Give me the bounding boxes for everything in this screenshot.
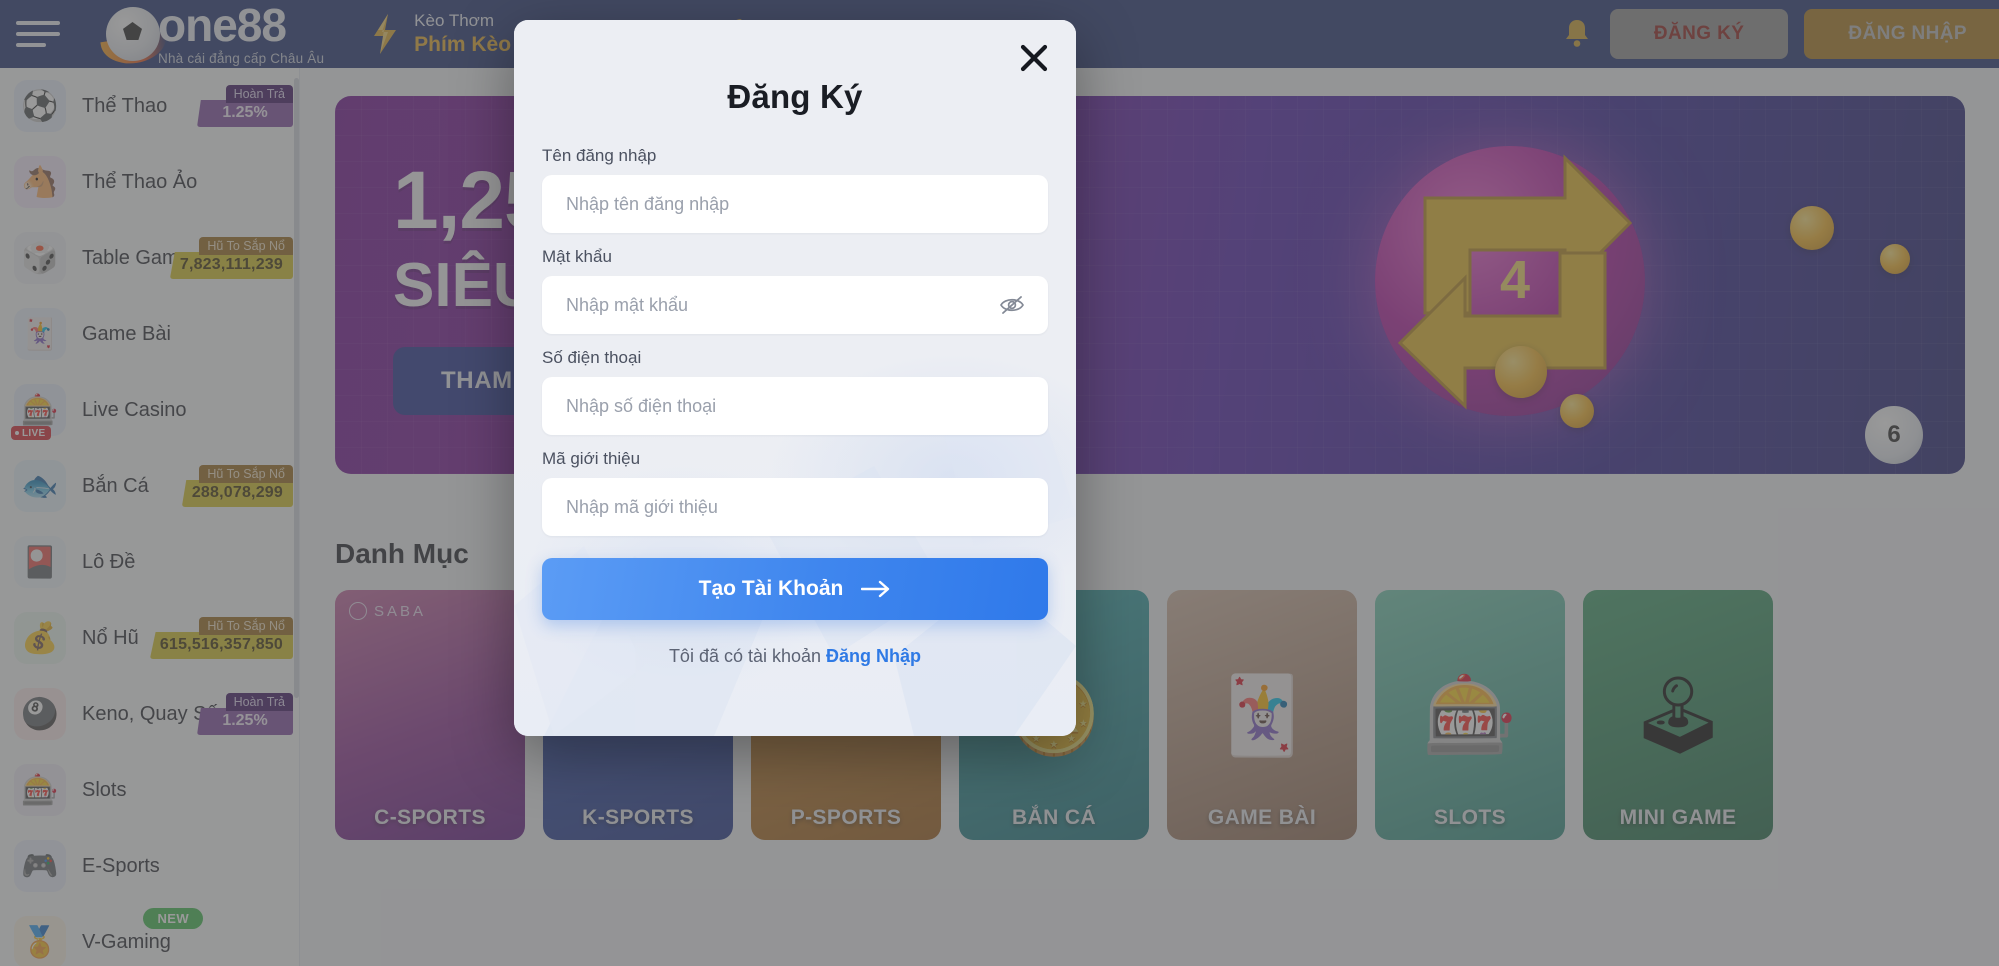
username-input-box[interactable] bbox=[542, 175, 1048, 233]
modal-footer: Tôi đã có tài khoản Đăng Nhập bbox=[514, 646, 1076, 667]
arrow-right-icon bbox=[861, 580, 891, 598]
username-label: Tên đăng nhập bbox=[542, 146, 657, 165]
phone-input-box[interactable] bbox=[542, 377, 1048, 435]
phone-label: Số điện thoại bbox=[542, 348, 642, 367]
register-form: Tên đăng nhập Mật khẩu Số điện thoại Mã giớ… bbox=[514, 146, 1076, 536]
password-label: Mật khẩu bbox=[542, 247, 612, 266]
password-input-box[interactable] bbox=[542, 276, 1048, 334]
modal-title: Đăng Ký bbox=[727, 78, 863, 115]
create-account-button[interactable]: Tạo Tài Khoản bbox=[542, 558, 1048, 620]
login-link[interactable]: Đăng Nhập bbox=[826, 646, 921, 666]
referral-input-box[interactable] bbox=[542, 478, 1048, 536]
close-icon[interactable] bbox=[1014, 38, 1054, 78]
username-input[interactable] bbox=[566, 193, 1024, 215]
have-account-text: Tôi đã có tài khoản bbox=[668, 646, 827, 666]
form-field-password: Mật khẩu bbox=[542, 247, 1048, 334]
form-field-username: Tên đăng nhập bbox=[542, 146, 1048, 233]
form-field-phone: Số điện thoại bbox=[542, 348, 1048, 435]
app-root: one88 Nhà cái đẳng cấp Châu Âu Kèo Thơm … bbox=[0, 0, 1999, 966]
register-modal: Đăng Ký Tên đăng nhập Mật khẩu Số điện tho… bbox=[514, 20, 1076, 736]
referral-label: Mã giới thiệu bbox=[542, 449, 641, 468]
create-account-label: Tạo Tài Khoản bbox=[698, 577, 844, 600]
password-input[interactable] bbox=[566, 294, 1024, 316]
eye-off-icon[interactable] bbox=[998, 291, 1026, 319]
referral-input[interactable] bbox=[566, 496, 1024, 518]
phone-input[interactable] bbox=[566, 395, 1024, 417]
form-field-referral: Mã giới thiệu bbox=[542, 449, 1048, 536]
